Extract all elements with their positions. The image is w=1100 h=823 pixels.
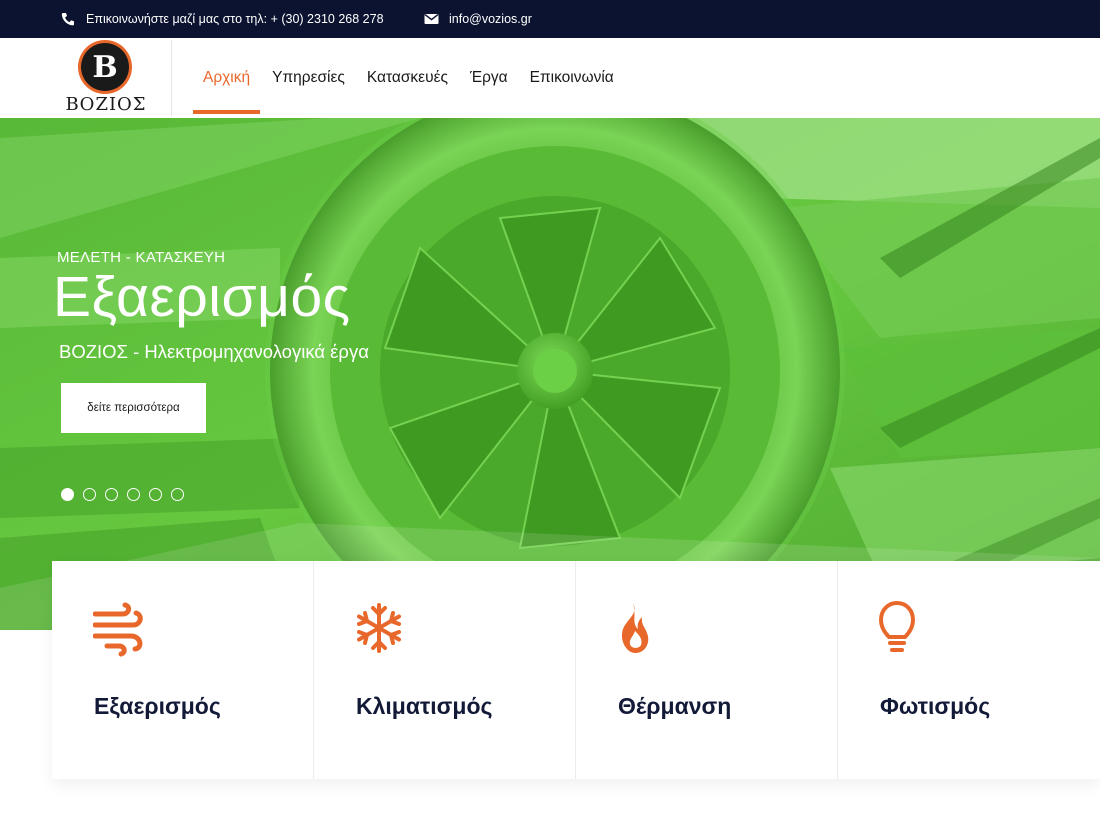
phone-icon (60, 11, 76, 27)
slider-dot-1[interactable] (61, 488, 74, 501)
main-nav: Αρχική Υπηρεσίες Κατασκευές Έργα Επικοιν… (193, 38, 626, 118)
hero-slider: ΜΕΛΕΤΗ - ΚΑΤΑΣΚΕΥΗ Εξαερισμός ΒΟΖΙΟΣ - Η… (0, 118, 1100, 630)
nav-item-contact[interactable]: Επικοινωνία (520, 38, 624, 118)
service-card-ventilation[interactable]: Εξαερισμός (52, 561, 315, 779)
service-card-air-conditioning[interactable]: Κλιματισμός (314, 561, 577, 779)
service-label: Φωτισμός (880, 693, 991, 719)
nav-item-services[interactable]: Υπηρεσίες (262, 38, 355, 118)
site-header: B ΒΟΖΙΟΣ Αρχική Υπηρεσίες Κατασκευές Έργ… (0, 38, 1100, 118)
header-divider (171, 40, 172, 116)
hero-tagline: ΒΟΖΙΟΣ - Ηλεκτρομηχανολογικά έργα (59, 341, 369, 362)
top-contact-bar: Επικοινωνήστε μαζί μας στο τηλ: + (30) 2… (0, 0, 1100, 38)
service-label: Κλιματισμός (356, 693, 493, 719)
phone-contact[interactable]: Επικοινωνήστε μαζί μας στο τηλ: + (30) 2… (60, 0, 384, 38)
snowflake-icon (355, 601, 411, 657)
slider-pagination (61, 488, 184, 501)
email-contact[interactable]: info@vozios.gr (424, 0, 532, 38)
slider-dot-3[interactable] (105, 488, 118, 501)
logo-mark: B (81, 43, 129, 91)
site-logo[interactable]: B ΒΟΖΙΟΣ (62, 38, 150, 118)
nav-item-constructions[interactable]: Κατασκευές (357, 38, 458, 118)
nav-item-home[interactable]: Αρχική (193, 38, 261, 118)
phone-contact-text: Επικοινωνήστε μαζί μας στο τηλ: + (30) 2… (86, 12, 384, 26)
envelope-icon (424, 13, 439, 25)
slider-dot-5[interactable] (149, 488, 162, 501)
slider-dot-6[interactable] (171, 488, 184, 501)
lightbulb-icon (879, 600, 935, 657)
logo-text: ΒΟΖΙΟΣ (65, 94, 147, 115)
service-card-heating[interactable]: Θέρμανση (576, 561, 839, 779)
service-card-lighting[interactable]: Φωτισμός (838, 561, 1100, 779)
flame-icon (617, 601, 673, 657)
service-label: Θέρμανση (618, 693, 732, 719)
see-more-button[interactable]: δείτε περισσότερα (61, 383, 206, 433)
slider-dot-2[interactable] (83, 488, 96, 501)
service-label: Εξαερισμός (94, 693, 221, 719)
wind-icon (92, 601, 149, 657)
email-contact-text: info@vozios.gr (449, 12, 532, 26)
hero-background-image (0, 118, 1100, 630)
nav-item-projects[interactable]: Έργα (460, 38, 518, 118)
services-cards: Εξαερισμός Κλιματισμός Θέρμανση Φωτισμός (52, 561, 1100, 779)
hero-title: Εξαερισμός (53, 265, 351, 329)
slider-dot-4[interactable] (127, 488, 140, 501)
